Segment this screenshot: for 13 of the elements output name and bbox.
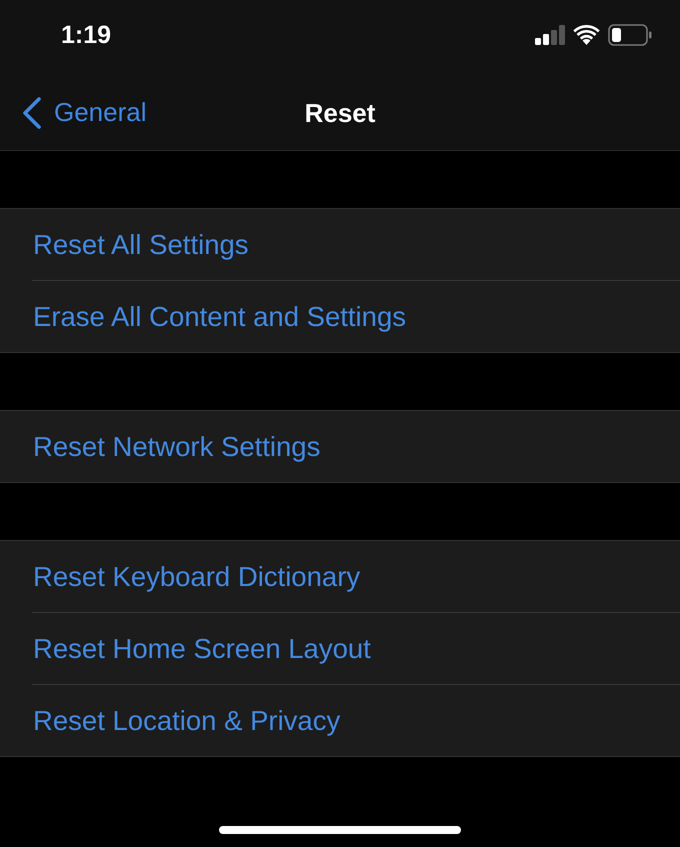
reset-option[interactable]: Reset Home Screen Layout	[0, 613, 680, 684]
reset-option[interactable]: Reset Keyboard Dictionary	[0, 541, 680, 612]
screen-title: Reset	[304, 98, 376, 128]
battery-icon	[608, 24, 652, 46]
chevron-left-icon	[22, 97, 42, 129]
status-time: 1:19	[61, 20, 112, 50]
reset-option[interactable]: Reset All Settings	[0, 209, 680, 280]
cellular-signal-icon	[535, 25, 565, 45]
reset-option[interactable]: Erase All Content and Settings	[0, 281, 680, 352]
reset-option[interactable]: Reset Location & Privacy	[0, 685, 680, 756]
back-button[interactable]: General	[18, 95, 150, 131]
wifi-icon	[573, 25, 600, 45]
reset-option[interactable]: Reset Network Settings	[0, 411, 680, 482]
